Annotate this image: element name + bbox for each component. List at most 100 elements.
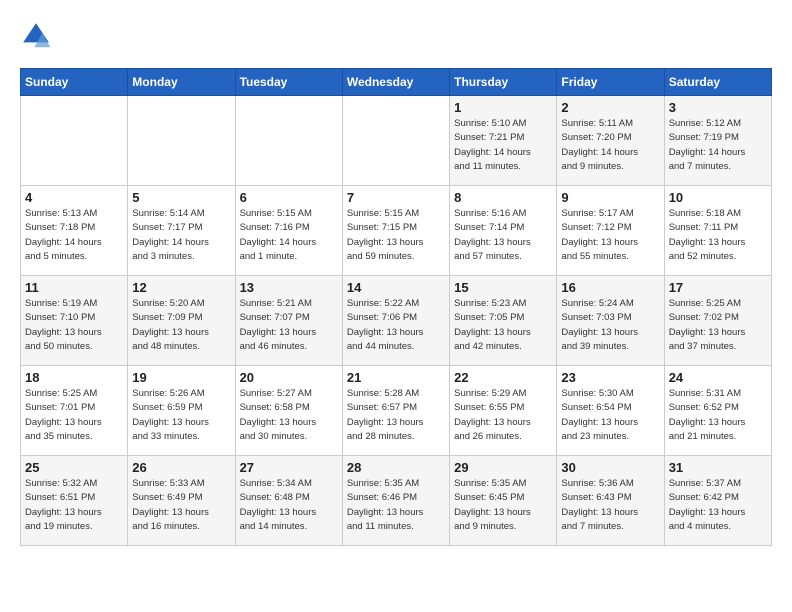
day-number: 22 (454, 370, 552, 385)
calendar-cell: 1Sunrise: 5:10 AMSunset: 7:21 PMDaylight… (450, 96, 557, 186)
day-info: Sunrise: 5:28 AMSunset: 6:57 PMDaylight:… (347, 387, 445, 444)
calendar-cell: 11 Sunrise: 5:19 AMSunset: 7:10 PMDayligh… (21, 276, 128, 366)
logo-icon (20, 20, 52, 52)
header-saturday: Saturday (664, 69, 771, 96)
day-info: Sunrise: 5:14 AMSunset: 7:17 PMDaylight:… (132, 207, 230, 264)
calendar-cell: 13 Sunrise: 5:21 AMSunset: 7:07 PMDayligh… (235, 276, 342, 366)
day-info: Sunrise: 5:36 AMSunset: 6:43 PMDaylight:… (561, 477, 659, 534)
calendar-cell: 29 Sunrise: 5:35 AMSunset: 6:45 PMDayligh… (450, 456, 557, 546)
calendar-cell: 20 Sunrise: 5:27 AMSunset: 6:58 PMDayligh… (235, 366, 342, 456)
header-monday: Monday (128, 69, 235, 96)
day-number: 31 (669, 460, 767, 475)
day-number: 10 (669, 190, 767, 205)
calendar-cell (235, 96, 342, 186)
day-number: 28 (347, 460, 445, 475)
day-info: Sunrise: 5:35 AMSunset: 6:45 PMDaylight:… (454, 477, 552, 534)
day-number: 17 (669, 280, 767, 295)
calendar-cell: 12 Sunrise: 5:20 AMSunset: 7:09 PMDayligh… (128, 276, 235, 366)
calendar-cell: 10Sunrise: 5:18 AMSunset: 7:11 PMDayligh… (664, 186, 771, 276)
day-number: 26 (132, 460, 230, 475)
calendar-cell: 5 Sunrise: 5:14 AMSunset: 7:17 PMDaylight… (128, 186, 235, 276)
day-number: 4 (25, 190, 123, 205)
day-info: Sunrise: 5:24 AMSunset: 7:03 PMDaylight:… (561, 297, 659, 354)
day-number: 24 (669, 370, 767, 385)
header-wednesday: Wednesday (342, 69, 449, 96)
calendar-cell: 17Sunrise: 5:25 AMSunset: 7:02 PMDayligh… (664, 276, 771, 366)
calendar-cell: 30 Sunrise: 5:36 AMSunset: 6:43 PMDayligh… (557, 456, 664, 546)
calendar-week-2: 11 Sunrise: 5:19 AMSunset: 7:10 PMDayligh… (21, 276, 772, 366)
calendar-cell: 22 Sunrise: 5:29 AMSunset: 6:55 PMDayligh… (450, 366, 557, 456)
calendar-cell: 27 Sunrise: 5:34 AMSunset: 6:48 PMDayligh… (235, 456, 342, 546)
calendar-cell (128, 96, 235, 186)
day-number: 23 (561, 370, 659, 385)
calendar-week-4: 25Sunrise: 5:32 AMSunset: 6:51 PMDayligh… (21, 456, 772, 546)
day-number: 13 (240, 280, 338, 295)
day-number: 18 (25, 370, 123, 385)
day-info: Sunrise: 5:12 AMSunset: 7:19 PMDaylight:… (669, 117, 767, 174)
logo (20, 20, 56, 52)
calendar-week-1: 4 Sunrise: 5:13 AMSunset: 7:18 PMDaylight… (21, 186, 772, 276)
calendar-cell: 16 Sunrise: 5:24 AMSunset: 7:03 PMDayligh… (557, 276, 664, 366)
day-number: 27 (240, 460, 338, 475)
day-number: 6 (240, 190, 338, 205)
calendar-cell: 2 Sunrise: 5:11 AMSunset: 7:20 PMDaylight… (557, 96, 664, 186)
day-info: Sunrise: 5:34 AMSunset: 6:48 PMDaylight:… (240, 477, 338, 534)
day-info: Sunrise: 5:20 AMSunset: 7:09 PMDaylight:… (132, 297, 230, 354)
calendar-cell: 19Sunrise: 5:26 AMSunset: 6:59 PMDayligh… (128, 366, 235, 456)
day-info: Sunrise: 5:15 AMSunset: 7:16 PMDaylight:… (240, 207, 338, 264)
day-info: Sunrise: 5:32 AMSunset: 6:51 PMDaylight:… (25, 477, 123, 534)
day-info: Sunrise: 5:19 AMSunset: 7:10 PMDaylight:… (25, 297, 123, 354)
day-number: 15 (454, 280, 552, 295)
calendar-cell: 3 Sunrise: 5:12 AMSunset: 7:19 PMDaylight… (664, 96, 771, 186)
day-info: Sunrise: 5:22 AMSunset: 7:06 PMDaylight:… (347, 297, 445, 354)
day-info: Sunrise: 5:31 AMSunset: 6:52 PMDaylight:… (669, 387, 767, 444)
day-number: 8 (454, 190, 552, 205)
day-number: 3 (669, 100, 767, 115)
calendar-cell: 24 Sunrise: 5:31 AMSunset: 6:52 PMDayligh… (664, 366, 771, 456)
calendar-cell: 9Sunrise: 5:17 AMSunset: 7:12 PMDaylight… (557, 186, 664, 276)
calendar-header-row: SundayMondayTuesdayWednesdayThursdayFrid… (21, 69, 772, 96)
calendar-table: SundayMondayTuesdayWednesdayThursdayFrid… (20, 68, 772, 546)
day-info: Sunrise: 5:27 AMSunset: 6:58 PMDaylight:… (240, 387, 338, 444)
calendar-cell: 14 Sunrise: 5:22 AMSunset: 7:06 PMDayligh… (342, 276, 449, 366)
day-number: 12 (132, 280, 230, 295)
day-number: 20 (240, 370, 338, 385)
calendar-cell: 18 Sunrise: 5:25 AMSunset: 7:01 PMDayligh… (21, 366, 128, 456)
calendar-cell: 8Sunrise: 5:16 AMSunset: 7:14 PMDaylight… (450, 186, 557, 276)
calendar-cell: 6 Sunrise: 5:15 AMSunset: 7:16 PMDaylight… (235, 186, 342, 276)
day-number: 16 (561, 280, 659, 295)
header-tuesday: Tuesday (235, 69, 342, 96)
day-number: 19 (132, 370, 230, 385)
day-number: 30 (561, 460, 659, 475)
calendar-cell: 21 Sunrise: 5:28 AMSunset: 6:57 PMDayligh… (342, 366, 449, 456)
day-number: 11 (25, 280, 123, 295)
day-info: Sunrise: 5:23 AMSunset: 7:05 PMDaylight:… (454, 297, 552, 354)
calendar-cell (342, 96, 449, 186)
calendar-cell: 31 Sunrise: 5:37 AMSunset: 6:42 PMDayligh… (664, 456, 771, 546)
day-info: Sunrise: 5:33 AMSunset: 6:49 PMDaylight:… (132, 477, 230, 534)
day-info: Sunrise: 5:29 AMSunset: 6:55 PMDaylight:… (454, 387, 552, 444)
day-number: 29 (454, 460, 552, 475)
calendar-cell: 7Sunrise: 5:15 AMSunset: 7:15 PMDaylight… (342, 186, 449, 276)
calendar-cell: 25Sunrise: 5:32 AMSunset: 6:51 PMDayligh… (21, 456, 128, 546)
day-info: Sunrise: 5:11 AMSunset: 7:20 PMDaylight:… (561, 117, 659, 174)
day-number: 21 (347, 370, 445, 385)
calendar-week-3: 18 Sunrise: 5:25 AMSunset: 7:01 PMDayligh… (21, 366, 772, 456)
day-info: Sunrise: 5:35 AMSunset: 6:46 PMDaylight:… (347, 477, 445, 534)
calendar-cell: 15 Sunrise: 5:23 AMSunset: 7:05 PMDayligh… (450, 276, 557, 366)
calendar-cell: 26 Sunrise: 5:33 AMSunset: 6:49 PMDayligh… (128, 456, 235, 546)
header-friday: Friday (557, 69, 664, 96)
calendar-cell: 28 Sunrise: 5:35 AMSunset: 6:46 PMDayligh… (342, 456, 449, 546)
day-number: 5 (132, 190, 230, 205)
day-info: Sunrise: 5:21 AMSunset: 7:07 PMDaylight:… (240, 297, 338, 354)
day-number: 14 (347, 280, 445, 295)
day-info: Sunrise: 5:13 AMSunset: 7:18 PMDaylight:… (25, 207, 123, 264)
day-info: Sunrise: 5:15 AMSunset: 7:15 PMDaylight:… (347, 207, 445, 264)
day-info: Sunrise: 5:37 AMSunset: 6:42 PMDaylight:… (669, 477, 767, 534)
day-info: Sunrise: 5:25 AMSunset: 7:01 PMDaylight:… (25, 387, 123, 444)
day-info: Sunrise: 5:10 AMSunset: 7:21 PMDaylight:… (454, 117, 552, 174)
calendar-week-0: 1Sunrise: 5:10 AMSunset: 7:21 PMDaylight… (21, 96, 772, 186)
header-sunday: Sunday (21, 69, 128, 96)
calendar-cell (21, 96, 128, 186)
day-number: 2 (561, 100, 659, 115)
